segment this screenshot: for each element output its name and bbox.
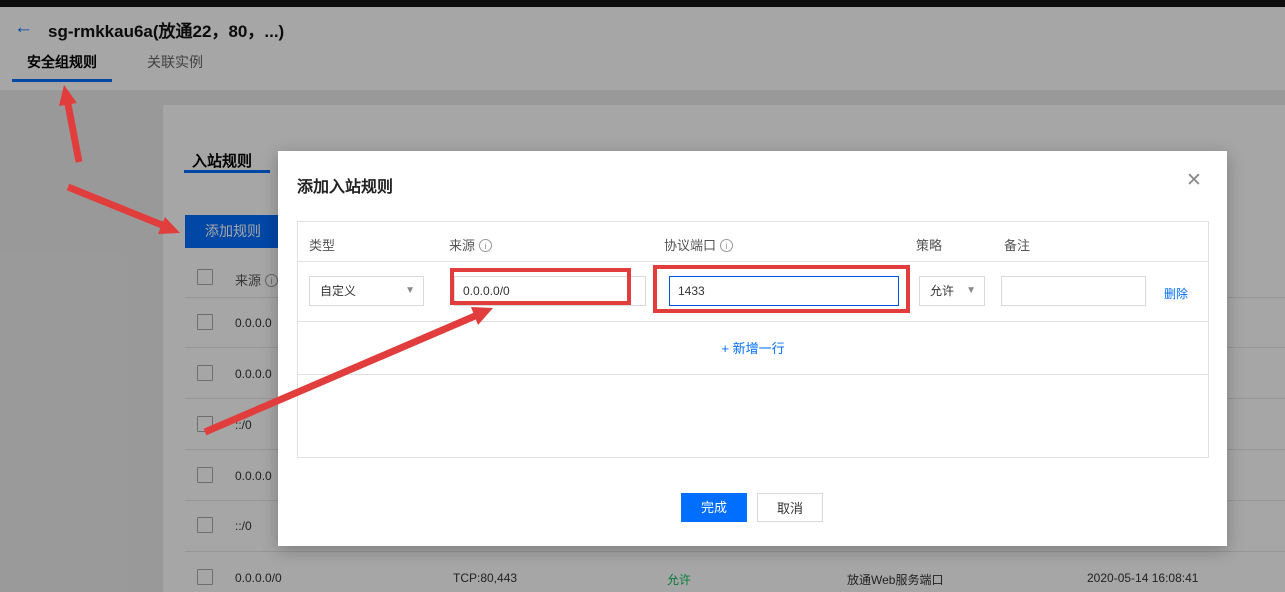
info-icon: i [479,239,493,252]
col-note: 备注 [1004,238,1031,253]
add-row-link[interactable]: + 新增一行 [721,341,784,356]
policy-select[interactable]: 允许 ▼ [919,276,985,306]
col-policy: 策略 [916,238,943,253]
note-input[interactable] [1001,276,1146,306]
chevron-down-icon: ▼ [966,285,976,296]
add-inbound-rule-dialog: 添加入站规则 ✕ 类型 来源i 协议端口i 策略 备注 自定义 ▼ 允许 ▼ 删… [278,151,1227,546]
delete-row-link[interactable]: 删除 [1164,285,1188,302]
add-row-area: + 新增一行 [298,322,1208,375]
rule-editor-table: 类型 来源i 协议端口i 策略 备注 自定义 ▼ 允许 ▼ 删除 + 新增一行 [297,221,1209,458]
col-protocol-port: 协议端口 i [664,235,734,254]
chevron-down-icon: ▼ [405,285,415,296]
cancel-button[interactable]: 取消 [757,493,823,522]
col-type: 类型 [309,238,336,253]
close-icon[interactable]: ✕ [1186,171,1202,190]
done-button[interactable]: 完成 [681,493,747,522]
rule-editor-row: 自定义 ▼ 允许 ▼ 删除 [298,262,1208,322]
type-select[interactable]: 自定义 ▼ [309,276,424,306]
col-source: 来源 i [449,235,493,254]
protocol-port-input[interactable] [669,276,899,306]
source-input[interactable] [454,276,646,306]
rule-editor-header: 类型 来源 i 协议端口 i 策略 备注 [298,222,1208,262]
dialog-title: 添加入站规则 [297,179,394,196]
info-icon: i [720,239,734,252]
